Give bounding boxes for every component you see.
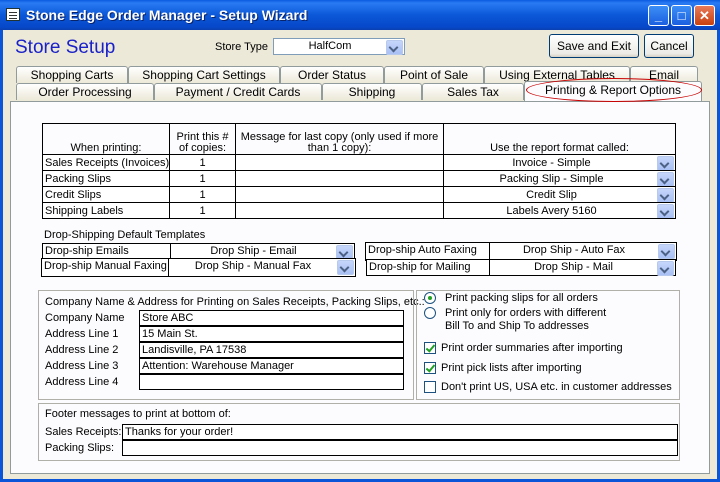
row-label: Shipping Labels (42, 202, 170, 219)
highlight-ellipse (526, 78, 702, 102)
format-select[interactable]: Packing Slip - Simple (443, 170, 676, 187)
copies-input[interactable]: 1 (169, 154, 236, 171)
dropship-mailing-select[interactable]: Drop Ship - Mail (489, 260, 675, 276)
company-heading: Company Name & Address for Printing on S… (45, 296, 425, 308)
tab-order-status[interactable]: Order Status (280, 66, 384, 83)
checkbox-no-us-label: Don't print US, USA etc. in customer add… (441, 381, 672, 393)
address-line-1-field[interactable]: 15 Main St. (139, 326, 404, 342)
checkbox-order-summaries-label: Print order summaries after importing (441, 342, 623, 354)
footer-sales-label: Sales Receipts: (45, 426, 122, 438)
dropship-mailing-row: Drop-ship for Mailing Drop Ship - Mail (366, 259, 676, 276)
footer-packing-field[interactable] (122, 440, 678, 456)
chevron-down-icon[interactable] (658, 244, 675, 259)
store-type-select[interactable]: HalfCom (273, 38, 405, 55)
tab-payment-credit-cards[interactable]: Payment / Credit Cards (154, 83, 322, 100)
address-line-3-label: Address Line 3 (45, 360, 119, 372)
close-window-button[interactable]: ✕ (694, 5, 715, 26)
format-value: Labels Avery 5160 (506, 204, 597, 217)
copies-input[interactable]: 1 (169, 170, 236, 187)
col-message-header: Message for last copy (only used if more… (235, 123, 444, 155)
footer-sales-field[interactable]: Thanks for your order! (122, 424, 678, 440)
footer-packing-label: Packing Slips: (45, 442, 115, 454)
format-value: Packing Slip - Simple (499, 172, 604, 185)
store-type-value: HalfCom (308, 40, 352, 52)
radio-print-different[interactable] (424, 307, 436, 319)
address-line-3-field[interactable]: Attention: Warehouse Manager (139, 358, 404, 374)
dropship-manual-fax-label: Drop-ship Manual Faxing (44, 260, 167, 272)
chevron-down-icon[interactable] (657, 172, 674, 186)
radio-print-all[interactable] (424, 292, 436, 304)
dropship-manual-fax-row: Drop-ship Manual Faxing Drop Ship - Manu… (41, 258, 356, 277)
row-label: Credit Slips (42, 186, 170, 203)
store-type-label: Store Type (215, 41, 268, 53)
window-title: Stone Edge Order Manager - Setup Wizard (26, 7, 308, 23)
tab-sales-tax[interactable]: Sales Tax (422, 83, 524, 100)
table-row: Shipping Labels 1 Labels Avery 5160 (42, 202, 676, 219)
message-input[interactable] (235, 202, 444, 219)
dropship-mailing-value: Drop Ship - Mail (534, 261, 613, 273)
company-name-field[interactable]: Store ABC (139, 310, 404, 326)
company-name-label: Company Name (45, 312, 125, 324)
dropship-heading: Drop-Shipping Default Templates (44, 229, 206, 241)
radio-print-different-label-2: Bill To and Ship To addresses (445, 320, 589, 332)
chevron-down-icon[interactable] (657, 261, 674, 276)
format-value: Invoice - Simple (512, 156, 591, 169)
checkbox-no-us[interactable] (424, 381, 436, 393)
dropship-emails-label: Drop-ship Emails (45, 245, 129, 257)
format-value: Credit Slip (526, 188, 577, 201)
col-format-header: Use the report format called: (443, 123, 676, 155)
address-line-1-label: Address Line 1 (45, 328, 119, 340)
address-line-4-label: Address Line 4 (45, 376, 119, 388)
checkbox-pick-lists-label: Print pick lists after importing (441, 362, 582, 374)
table-row: Packing Slips 1 Packing Slip - Simple (42, 170, 676, 187)
row-label: Sales Receipts (Invoices) (42, 154, 170, 171)
chevron-down-icon[interactable] (337, 260, 354, 275)
dropship-mailing-label: Drop-ship for Mailing (369, 261, 471, 273)
radio-print-different-label-1: Print only for orders with different (445, 307, 607, 319)
tab-shopping-cart-settings[interactable]: Shopping Cart Settings (128, 66, 280, 83)
maximize-button[interactable]: □ (671, 5, 692, 26)
tab-shopping-carts[interactable]: Shopping Carts (16, 66, 128, 83)
chevron-down-icon[interactable] (657, 188, 674, 202)
chevron-down-icon[interactable] (657, 204, 674, 218)
page-title: Store Setup (15, 37, 116, 58)
table-row: Sales Receipts (Invoices) 1 Invoice - Si… (42, 154, 676, 171)
chevron-down-icon[interactable] (386, 40, 403, 55)
cancel-button[interactable]: Cancel (644, 34, 694, 58)
message-input[interactable] (235, 154, 444, 171)
col-when-header: When printing: (42, 123, 170, 155)
copies-input[interactable]: 1 (169, 202, 236, 219)
checkbox-order-summaries[interactable] (424, 342, 436, 354)
message-input[interactable] (235, 170, 444, 187)
tab-point-of-sale[interactable]: Point of Sale (384, 66, 484, 83)
footer-heading: Footer messages to print at bottom of: (45, 408, 231, 420)
dropship-manual-fax-value: Drop Ship - Manual Fax (194, 260, 312, 272)
tab-order-processing[interactable]: Order Processing (16, 83, 154, 100)
dropship-emails-value: Drop Ship - Email (210, 245, 297, 257)
save-exit-button[interactable]: Save and Exit (549, 34, 639, 58)
dropship-manual-fax-select[interactable]: Drop Ship - Manual Fax (168, 259, 355, 276)
table-row: Credit Slips 1 Credit Slip (42, 186, 676, 203)
dropship-auto-fax-select[interactable]: Drop Ship - Auto Fax (489, 243, 676, 260)
radio-print-all-label: Print packing slips for all orders (445, 292, 598, 304)
format-select[interactable]: Invoice - Simple (443, 154, 676, 171)
minimize-button[interactable]: _ (648, 5, 669, 26)
chevron-down-icon[interactable] (657, 156, 674, 170)
format-select[interactable]: Labels Avery 5160 (443, 202, 676, 219)
tab-shipping[interactable]: Shipping (322, 83, 422, 100)
row-label: Packing Slips (42, 170, 170, 187)
dropship-auto-fax-value: Drop Ship - Auto Fax (522, 244, 626, 256)
checkbox-pick-lists[interactable] (424, 362, 436, 374)
col-copies-header: Print this # of copies: (169, 123, 236, 155)
dropship-auto-fax-label: Drop-ship Auto Faxing (368, 244, 477, 256)
address-line-2-field[interactable]: Landisville, PA 17538 (139, 342, 404, 358)
address-line-4-field[interactable] (139, 374, 404, 390)
printing-table: When printing: Print this # of copies: M… (42, 123, 676, 219)
message-input[interactable] (235, 186, 444, 203)
address-line-2-label: Address Line 2 (45, 344, 119, 356)
format-select[interactable]: Credit Slip (443, 186, 676, 203)
copies-input[interactable]: 1 (169, 186, 236, 203)
app-icon[interactable] (6, 8, 20, 21)
dropship-emails-select[interactable]: Drop Ship - Email (170, 244, 354, 260)
